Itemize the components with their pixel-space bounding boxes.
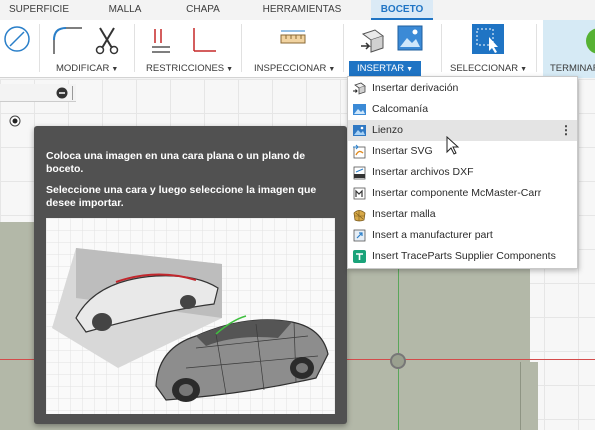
tab-malla[interactable]: MALLA bbox=[94, 0, 156, 20]
menu-item-insertar-derivacion[interactable]: Insertar derivación bbox=[348, 78, 577, 99]
visibility-toggle[interactable] bbox=[0, 112, 30, 130]
decal-icon bbox=[353, 104, 366, 115]
more-options-icon[interactable]: ⋮ bbox=[560, 120, 572, 141]
menu-item-insertar-malla[interactable]: Insertar malla bbox=[348, 204, 577, 225]
tab-strip: SUPERFICIE MALLA CHAPA HERRAMIENTAS BOCE… bbox=[0, 0, 595, 20]
sketch-plane-edge bbox=[520, 362, 538, 430]
command-tooltip: Coloca una imagen en una cara plana o un… bbox=[34, 126, 347, 424]
tooltip-illustration bbox=[46, 218, 335, 414]
menu-item-insertar-svg[interactable]: Insertar SVG bbox=[348, 141, 577, 162]
mcmaster-icon bbox=[353, 187, 366, 200]
perpendicular-constraint-icon[interactable] bbox=[188, 25, 218, 55]
trim-scissors-icon[interactable] bbox=[92, 24, 122, 56]
circle-tool-icon[interactable] bbox=[2, 24, 32, 54]
origin-point-icon[interactable] bbox=[390, 353, 406, 369]
terminar-label: TERMINAR bbox=[550, 63, 595, 74]
measure-ruler-icon[interactable] bbox=[280, 30, 306, 46]
tooltip-instructions: Seleccione una cara y luego seleccione l… bbox=[46, 184, 317, 209]
menu-item-mcmaster-carr[interactable]: Insertar componente McMaster-Carr bbox=[348, 183, 577, 204]
menu-item-calcomania[interactable]: Calcomanía bbox=[348, 99, 577, 120]
dxf-icon bbox=[353, 166, 366, 180]
insert-derive-icon[interactable] bbox=[357, 26, 387, 54]
coincident-constraint-icon[interactable] bbox=[150, 25, 174, 55]
tooltip-description: Coloca una imagen en una cara plana o un… bbox=[46, 150, 306, 175]
modificar-menu[interactable]: MODIFICAR ▼ bbox=[56, 63, 118, 75]
tab-boceto[interactable]: BOCETO bbox=[371, 0, 433, 20]
fillet-icon[interactable] bbox=[50, 24, 84, 56]
svg-icon bbox=[353, 144, 366, 159]
insert-image-icon[interactable] bbox=[397, 25, 423, 51]
canvas-icon bbox=[353, 125, 366, 136]
browser-panel-header bbox=[0, 84, 76, 102]
mouse-cursor-icon bbox=[446, 136, 460, 155]
ribbon: MODIFICAR ▼ RESTRICCIONES ▼ INSPECCIONAR ▼ … bbox=[0, 20, 595, 78]
radio-dot-icon bbox=[9, 115, 21, 127]
insertar-menu[interactable]: INSERTAR ▼ bbox=[349, 61, 422, 76]
derive-icon bbox=[353, 82, 366, 95]
traceparts-icon bbox=[353, 250, 366, 263]
tab-chapa[interactable]: CHAPA bbox=[172, 0, 234, 20]
restricciones-menu[interactable]: RESTRICCIONES ▼ bbox=[146, 63, 233, 75]
collapse-minus-icon[interactable] bbox=[56, 87, 68, 99]
car-canvas-illustration bbox=[46, 218, 335, 414]
manufacturer-part-icon bbox=[353, 229, 366, 242]
menu-item-lienzo[interactable]: Lienzo ⋮ bbox=[348, 120, 577, 141]
menu-item-manufacturer-part[interactable]: Insert a manufacturer part bbox=[348, 225, 577, 246]
inspeccionar-menu[interactable]: INSPECCIONAR ▼ bbox=[254, 63, 335, 75]
tab-herramientas[interactable]: HERRAMIENTAS bbox=[252, 0, 352, 20]
menu-item-traceparts[interactable]: Insert TraceParts Supplier Components bbox=[348, 246, 577, 267]
select-window-icon[interactable] bbox=[471, 23, 505, 55]
tab-superficie[interactable]: SUPERFICIE bbox=[0, 0, 78, 20]
mesh-icon bbox=[353, 210, 366, 222]
seleccionar-menu[interactable]: SELECCIONAR ▼ bbox=[450, 63, 527, 75]
menu-item-insertar-dxf[interactable]: Insertar archivos DXF bbox=[348, 162, 577, 183]
insertar-dropdown: Insertar derivación Calcomanía Lienzo ⋮ … bbox=[347, 76, 578, 269]
